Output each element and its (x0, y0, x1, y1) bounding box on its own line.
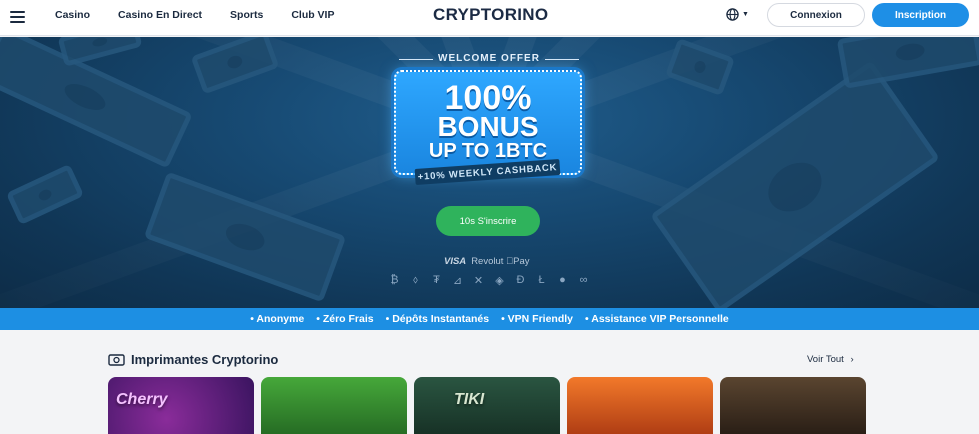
nav-live-casino[interactable]: Casino En Direct (118, 9, 202, 21)
payment-methods: VISA Revolut Pay (444, 256, 530, 267)
hero-banner: WELCOME OFFER 100% BONUS UP TO 1BTC +10%… (0, 37, 979, 308)
game-tile[interactable]: Cherry (108, 377, 254, 434)
binance-icon: ◈ (495, 275, 504, 287)
game-tile[interactable] (261, 377, 407, 434)
chain-icon: ∞ (579, 274, 588, 286)
apple-pay-logo: Pay (506, 256, 530, 267)
game-tile[interactable] (567, 377, 713, 434)
bonus-word: BONUS (437, 110, 539, 142)
feature-instant-deposits: • Dépôts Instantanés (385, 313, 490, 325)
chevron-right-icon: › (850, 354, 854, 365)
visa-logo: VISA (444, 256, 467, 267)
game-tiles: Cherry TIKI (108, 377, 873, 434)
game-tile-caption: TIKI (454, 391, 485, 408)
section-title: Imprimantes Cryptorino (131, 352, 279, 367)
ethereum-icon: ⬨ (413, 274, 418, 286)
feature-anonymous: • Anonyme (250, 313, 305, 325)
quick-signup-button[interactable]: 10s S'inscrire (436, 206, 540, 236)
chevron-down-icon: ▼ (742, 11, 749, 18)
globe-icon (726, 8, 739, 21)
nav-vip-club[interactable]: Club VIP (291, 9, 334, 21)
signup-button[interactable]: Inscription (872, 3, 969, 27)
main-nav: Casino Casino En Direct Sports Club VIP (55, 9, 362, 21)
feature-zero-fees: • Zéro Frais (316, 313, 374, 325)
revolut-logo: Revolut (471, 256, 504, 267)
game-tile[interactable] (720, 377, 866, 434)
hamburger-menu-icon[interactable] (10, 11, 25, 23)
game-tile[interactable]: TIKI (414, 377, 560, 434)
logo[interactable]: CRYPTORINO (433, 5, 548, 25)
litecoin-icon: Ł (538, 274, 545, 286)
tether-icon: ₮ (433, 274, 440, 286)
language-selector[interactable]: ▼ (726, 8, 749, 21)
login-button[interactable]: Connexion (767, 3, 865, 27)
feature-vpn-friendly: • VPN Friendly (501, 313, 574, 325)
see-all-label: Voir Tout (807, 354, 844, 365)
nav-sports[interactable]: Sports (230, 9, 263, 21)
banknote-illustration (5, 163, 85, 226)
ripple-icon: ✕ (473, 275, 484, 287)
coin-icon: ● (559, 274, 566, 286)
banknote-illustration (190, 37, 280, 95)
nav-casino[interactable]: Casino (55, 9, 90, 21)
banknote-illustration (57, 37, 143, 67)
features-bar: • Anonyme • Zéro Frais • Dépôts Instanta… (0, 308, 979, 330)
see-all-link[interactable]: Voir Tout › (807, 354, 854, 365)
top-header: Casino Casino En Direct Sports Club VIP … (0, 0, 979, 36)
bonus-percent: 100% (444, 78, 532, 117)
tron-icon: ⊿ (452, 275, 463, 287)
banknote-illustration (836, 37, 979, 89)
cash-icon (108, 354, 125, 366)
bitcoin-icon: ₿ (390, 274, 399, 286)
feature-vip-support: • Assistance VIP Personnelle (585, 313, 729, 325)
section-header: Imprimantes Cryptorino (108, 352, 278, 367)
game-tile-caption: Cherry (116, 391, 168, 408)
crypto-icons: ₿ ⬨ ₮ ⊿ ✕ ◈ Đ Ł ● ∞ (384, 274, 594, 287)
welcome-offer-label: WELCOME OFFER (399, 53, 579, 64)
dogecoin-icon: Đ (516, 274, 525, 286)
